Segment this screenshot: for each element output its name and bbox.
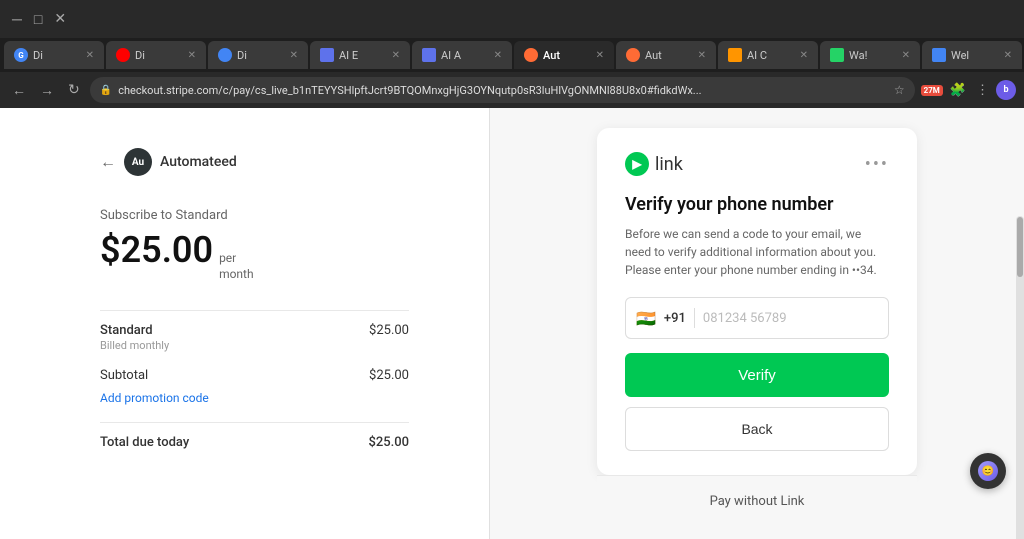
profile-avatar[interactable]: b bbox=[996, 80, 1016, 100]
brand-header: ← Au Automateed bbox=[100, 148, 409, 176]
verify-title: Verify your phone number bbox=[625, 194, 889, 215]
tab-close-8[interactable]: ✕ bbox=[800, 50, 808, 61]
subtotal-label: Subtotal bbox=[100, 368, 148, 383]
line-item-amount: $25.00 bbox=[369, 323, 409, 338]
address-bar[interactable]: 🔒 checkout.stripe.com/c/pay/cs_live_b1nT… bbox=[90, 77, 915, 103]
left-panel: ← Au Automateed Subscribe to Standard $2… bbox=[0, 108, 490, 539]
total-label: Total due today bbox=[100, 435, 189, 450]
line-item-label: Standard bbox=[100, 323, 169, 338]
scrollbar-thumb bbox=[1017, 217, 1023, 277]
tab-5[interactable]: AI A ✕ bbox=[412, 41, 512, 69]
tab-8[interactable]: AI C ✕ bbox=[718, 41, 818, 69]
link-icon: ▶ bbox=[625, 152, 649, 176]
price-period: per month bbox=[219, 251, 254, 282]
extensions-icon[interactable]: 🧩 bbox=[947, 81, 969, 100]
phone-input-wrapper[interactable]: 🇮🇳 +91 081234 56789 bbox=[625, 297, 889, 339]
tab-close-9[interactable]: ✕ bbox=[902, 50, 910, 61]
pay-without-link-text[interactable]: Pay without Link bbox=[710, 494, 805, 509]
tab-7[interactable]: Aut ✕ bbox=[616, 41, 716, 69]
nav-icons: 27M 🧩 ⋮ b bbox=[921, 80, 1016, 100]
phone-input-divider bbox=[694, 308, 695, 328]
star-icon[interactable]: ☆ bbox=[894, 83, 905, 97]
tab-bar: G Di ✕ Di ✕ Di ✕ AI E ✕ AI A ✕ Aut ✕ Aut… bbox=[0, 38, 1024, 72]
tab-close-3[interactable]: ✕ bbox=[290, 50, 298, 61]
tab-close-7[interactable]: ✕ bbox=[698, 50, 706, 61]
menu-icon[interactable]: ⋮ bbox=[973, 81, 992, 100]
forward-nav-button[interactable]: → bbox=[36, 80, 58, 101]
pay-without-link-section: Pay without Link bbox=[597, 475, 917, 515]
close-icon[interactable]: ✕ bbox=[50, 11, 70, 27]
address-text: checkout.stripe.com/c/pay/cs_live_b1nTEY… bbox=[118, 84, 888, 97]
tab-close-4[interactable]: ✕ bbox=[392, 50, 400, 61]
nav-bar: ← → ↻ 🔒 checkout.stripe.com/c/pay/cs_liv… bbox=[0, 72, 1024, 108]
tab-close-1[interactable]: ✕ bbox=[86, 50, 94, 61]
back-button[interactable]: ← bbox=[100, 152, 116, 172]
link-logo-text: link bbox=[655, 154, 683, 175]
phone-placeholder: 081234 56789 bbox=[703, 311, 787, 326]
line-item-sublabel: Billed monthly bbox=[100, 339, 169, 352]
minimize-icon[interactable]: ─ bbox=[8, 11, 26, 28]
scrollbar[interactable] bbox=[1016, 216, 1024, 539]
link-card-header: ▶ link ••• bbox=[625, 152, 889, 176]
tab-close-5[interactable]: ✕ bbox=[494, 50, 502, 61]
lock-icon: 🔒 bbox=[100, 85, 112, 96]
chat-widget-button[interactable]: 😊 bbox=[970, 453, 1006, 489]
tab-1[interactable]: G Di ✕ bbox=[4, 41, 104, 69]
refresh-nav-button[interactable]: ↻ bbox=[64, 80, 84, 100]
total-row: Total due today $25.00 bbox=[100, 422, 409, 450]
country-code: +91 bbox=[664, 311, 686, 326]
verify-button[interactable]: Verify bbox=[625, 353, 889, 397]
link-logo: ▶ link bbox=[625, 152, 683, 176]
total-amount: $25.00 bbox=[368, 435, 409, 450]
divider-1 bbox=[100, 310, 409, 311]
browser-bar: ─ □ ✕ bbox=[0, 0, 1024, 38]
tab-6-active[interactable]: Aut ✕ bbox=[514, 41, 614, 69]
brand-name: Automateed bbox=[160, 154, 237, 170]
maximize-icon[interactable]: □ bbox=[30, 11, 46, 28]
more-options-button[interactable]: ••• bbox=[865, 154, 889, 175]
back-button-link[interactable]: Back bbox=[625, 407, 889, 451]
tab-3[interactable]: Di ✕ bbox=[208, 41, 308, 69]
page-content: ← Au Automateed Subscribe to Standard $2… bbox=[0, 108, 1024, 539]
add-promotion-code-link[interactable]: Add promotion code bbox=[100, 391, 209, 405]
tab-close-2[interactable]: ✕ bbox=[188, 50, 196, 61]
subtotal-amount: $25.00 bbox=[369, 368, 409, 383]
brand-logo: Au bbox=[124, 148, 152, 176]
right-panel: ▶ link ••• Verify your phone number Befo… bbox=[490, 108, 1024, 539]
flag-emoji: 🇮🇳 bbox=[636, 309, 656, 328]
price-main: $25.00 bbox=[100, 229, 213, 271]
ext-badge: 27M bbox=[921, 85, 943, 96]
back-nav-button[interactable]: ← bbox=[8, 80, 30, 101]
subtotal-section: Subtotal $25.00 Add promotion code bbox=[100, 368, 409, 406]
subscribe-label: Subscribe to Standard bbox=[100, 208, 409, 223]
line-item-standard: Standard Billed monthly $25.00 bbox=[100, 323, 409, 352]
subtotal-row: Subtotal $25.00 bbox=[100, 368, 409, 383]
tab-2[interactable]: Di ✕ bbox=[106, 41, 206, 69]
tab-close-6[interactable]: ✕ bbox=[596, 50, 604, 61]
link-card: ▶ link ••• Verify your phone number Befo… bbox=[597, 128, 917, 475]
price-row: $25.00 per month bbox=[100, 229, 409, 282]
tab-10[interactable]: Wel ✕ bbox=[922, 41, 1022, 69]
chat-inner-icon: 😊 bbox=[978, 461, 998, 481]
tab-9[interactable]: Wa! ✕ bbox=[820, 41, 920, 69]
tab-close-10[interactable]: ✕ bbox=[1004, 50, 1012, 61]
verify-desc: Before we can send a code to your email,… bbox=[625, 225, 889, 279]
tab-4[interactable]: AI E ✕ bbox=[310, 41, 410, 69]
